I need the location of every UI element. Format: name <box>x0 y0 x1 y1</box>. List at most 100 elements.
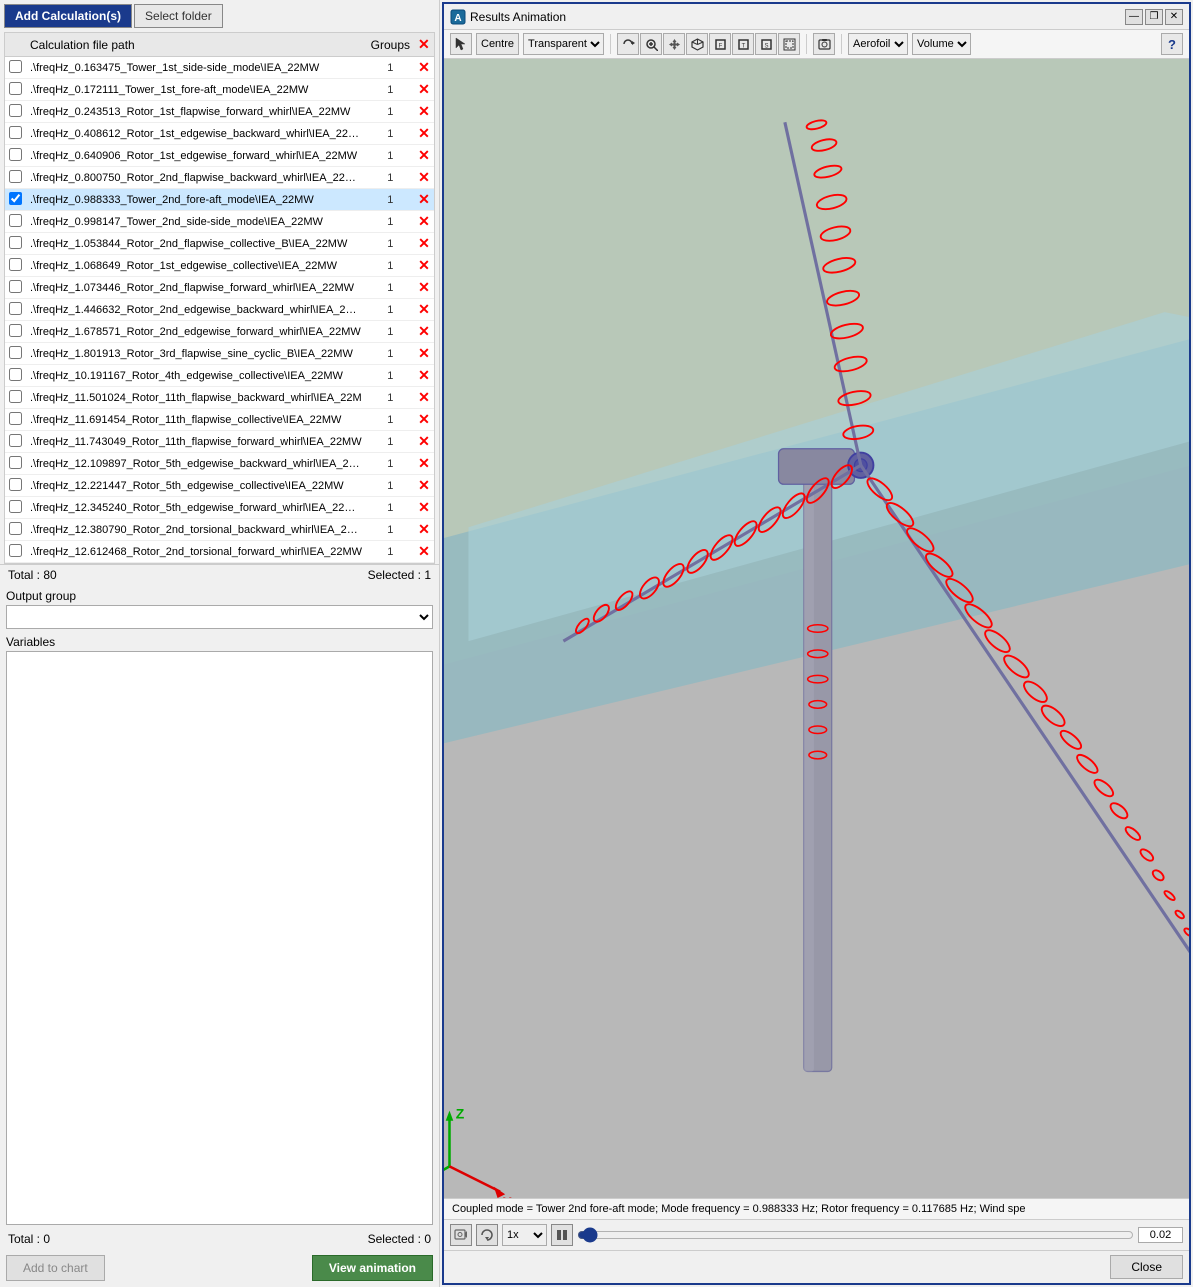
file-row-checkbox[interactable] <box>9 544 22 557</box>
loop-button[interactable] <box>476 1224 498 1246</box>
file-row-checkbox[interactable] <box>9 478 22 491</box>
speed-dropdown[interactable]: 1x 0.5x 2x 4x <box>502 1224 547 1246</box>
pointer-tool-button[interactable] <box>450 33 472 55</box>
delete-row-button[interactable]: ✕ <box>418 301 430 317</box>
table-row[interactable]: .\freqHz_0.408612_Rotor_1st_edgewise_bac… <box>5 123 434 145</box>
file-row-checkbox[interactable] <box>9 324 22 337</box>
file-row-checkbox[interactable] <box>9 346 22 359</box>
table-row[interactable]: .\freqHz_0.998147_Tower_2nd_side-side_mo… <box>5 211 434 233</box>
file-row-checkbox[interactable] <box>9 258 22 271</box>
delete-row-button[interactable]: ✕ <box>418 235 430 251</box>
delete-row-button[interactable]: ✕ <box>418 367 430 383</box>
delete-row-button[interactable]: ✕ <box>418 59 430 75</box>
table-row[interactable]: .\freqHz_1.678571_Rotor_2nd_edgewise_for… <box>5 321 434 343</box>
table-row[interactable]: .\freqHz_1.446632_Rotor_2nd_edgewise_bac… <box>5 299 434 321</box>
table-row[interactable]: .\freqHz_12.345240_Rotor_5th_edgewise_fo… <box>5 497 434 519</box>
table-row[interactable]: .\freqHz_0.800750_Rotor_2nd_flapwise_bac… <box>5 167 434 189</box>
close-window-button[interactable]: ✕ <box>1165 9 1183 25</box>
table-row[interactable]: .\freqHz_12.612468_Rotor_2nd_torsional_f… <box>5 541 434 563</box>
file-row-checkbox[interactable] <box>9 148 22 161</box>
front-view-button[interactable]: F <box>709 33 731 55</box>
file-row-checkbox[interactable] <box>9 82 22 95</box>
table-row[interactable]: .\freqHz_11.691454_Rotor_11th_flapwise_c… <box>5 409 434 431</box>
fit-view-button[interactable] <box>778 33 800 55</box>
delete-row-button[interactable]: ✕ <box>418 191 430 207</box>
transparent-dropdown[interactable]: Transparent Solid Wireframe <box>523 33 604 55</box>
table-row[interactable]: .\freqHz_12.109897_Rotor_5th_edgewise_ba… <box>5 453 434 475</box>
file-row-checkbox[interactable] <box>9 456 22 469</box>
file-row-checkbox[interactable] <box>9 434 22 447</box>
delete-row-button[interactable]: ✕ <box>418 279 430 295</box>
file-row-checkbox[interactable] <box>9 60 22 73</box>
variables-list[interactable] <box>6 651 433 1225</box>
centre-button[interactable]: Centre <box>476 33 519 55</box>
table-row[interactable]: .\freqHz_10.191167_Rotor_4th_edgewise_co… <box>5 365 434 387</box>
table-row[interactable]: .\freqHz_0.640906_Rotor_1st_edgewise_for… <box>5 145 434 167</box>
delete-row-button[interactable]: ✕ <box>418 455 430 471</box>
volume-dropdown[interactable]: Volume None Simple <box>912 33 971 55</box>
delete-row-button[interactable]: ✕ <box>418 81 430 97</box>
play-pause-button[interactable] <box>551 1224 573 1246</box>
top-view-button[interactable]: T <box>732 33 754 55</box>
add-calculation-button[interactable]: Add Calculation(s) <box>4 4 132 28</box>
delete-row-button[interactable]: ✕ <box>418 103 430 119</box>
select-folder-button[interactable]: Select folder <box>134 4 223 28</box>
view-animation-button[interactable]: View animation <box>312 1255 433 1281</box>
table-row[interactable]: .\freqHz_1.073446_Rotor_2nd_flapwise_for… <box>5 277 434 299</box>
table-row[interactable]: .\freqHz_0.243513_Rotor_1st_flapwise_for… <box>5 101 434 123</box>
delete-row-button[interactable]: ✕ <box>418 257 430 273</box>
table-row[interactable]: .\freqHz_11.501024_Rotor_11th_flapwise_b… <box>5 387 434 409</box>
delete-row-button[interactable]: ✕ <box>418 433 430 449</box>
output-group-dropdown[interactable] <box>6 605 433 629</box>
table-row[interactable]: .\freqHz_12.221447_Rotor_5th_edgewise_co… <box>5 475 434 497</box>
delete-row-button[interactable]: ✕ <box>418 147 430 163</box>
side-view-button[interactable]: S <box>755 33 777 55</box>
file-row-checkbox[interactable] <box>9 412 22 425</box>
delete-row-button[interactable]: ✕ <box>418 411 430 427</box>
table-row[interactable]: .\freqHz_0.988333_Tower_2nd_fore-aft_mod… <box>5 189 434 211</box>
file-row-checkbox[interactable] <box>9 104 22 117</box>
file-row-checkbox[interactable] <box>9 236 22 249</box>
screenshot-button[interactable] <box>813 33 835 55</box>
table-row[interactable]: .\freqHz_1.801913_Rotor_3rd_flapwise_sin… <box>5 343 434 365</box>
minimize-button[interactable]: — <box>1125 9 1143 25</box>
table-row[interactable]: .\freqHz_1.068649_Rotor_1st_edgewise_col… <box>5 255 434 277</box>
file-row-checkbox[interactable] <box>9 214 22 227</box>
close-button[interactable]: Close <box>1110 1255 1183 1279</box>
progress-slider[interactable] <box>577 1226 1134 1244</box>
help-button[interactable]: ? <box>1161 33 1183 55</box>
zoom-button[interactable] <box>640 33 662 55</box>
table-row[interactable]: .\freqHz_11.743049_Rotor_11th_flapwise_f… <box>5 431 434 453</box>
animation-viewport[interactable]: Z Y X <box>444 59 1189 1198</box>
table-row[interactable]: .\freqHz_0.163475_Tower_1st_side-side_mo… <box>5 57 434 79</box>
delete-row-button[interactable]: ✕ <box>418 477 430 493</box>
delete-row-button[interactable]: ✕ <box>418 125 430 141</box>
file-row-checkbox[interactable] <box>9 126 22 139</box>
file-row-checkbox[interactable] <box>9 500 22 513</box>
delete-row-button[interactable]: ✕ <box>418 521 430 537</box>
file-row-checkbox[interactable] <box>9 170 22 183</box>
delete-row-button[interactable]: ✕ <box>418 345 430 361</box>
delete-row-button[interactable]: ✕ <box>418 169 430 185</box>
add-to-chart-button[interactable]: Add to chart <box>6 1255 105 1281</box>
file-row-checkbox[interactable] <box>9 390 22 403</box>
totals-bar: Total : 80 Selected : 1 <box>0 564 439 585</box>
delete-row-button[interactable]: ✕ <box>418 213 430 229</box>
file-row-checkbox[interactable] <box>9 302 22 315</box>
iso-view-button[interactable] <box>686 33 708 55</box>
delete-row-button[interactable]: ✕ <box>418 323 430 339</box>
file-row-checkbox[interactable] <box>9 368 22 381</box>
file-row-checkbox[interactable] <box>9 522 22 535</box>
restore-button[interactable]: ❐ <box>1145 9 1163 25</box>
table-row[interactable]: .\freqHz_0.172111_Tower_1st_fore-aft_mod… <box>5 79 434 101</box>
file-row-checkbox[interactable] <box>9 280 22 293</box>
file-row-checkbox[interactable] <box>9 192 22 205</box>
table-row[interactable]: .\freqHz_1.053844_Rotor_2nd_flapwise_col… <box>5 233 434 255</box>
pan-button[interactable] <box>663 33 685 55</box>
rotate-button[interactable] <box>617 33 639 55</box>
delete-row-button[interactable]: ✕ <box>418 543 430 559</box>
delete-row-button[interactable]: ✕ <box>418 389 430 405</box>
aerofoil-dropdown[interactable]: Aerofoil None Simple <box>848 33 908 55</box>
delete-row-button[interactable]: ✕ <box>418 499 430 515</box>
table-row[interactable]: .\freqHz_12.380790_Rotor_2nd_torsional_b… <box>5 519 434 541</box>
